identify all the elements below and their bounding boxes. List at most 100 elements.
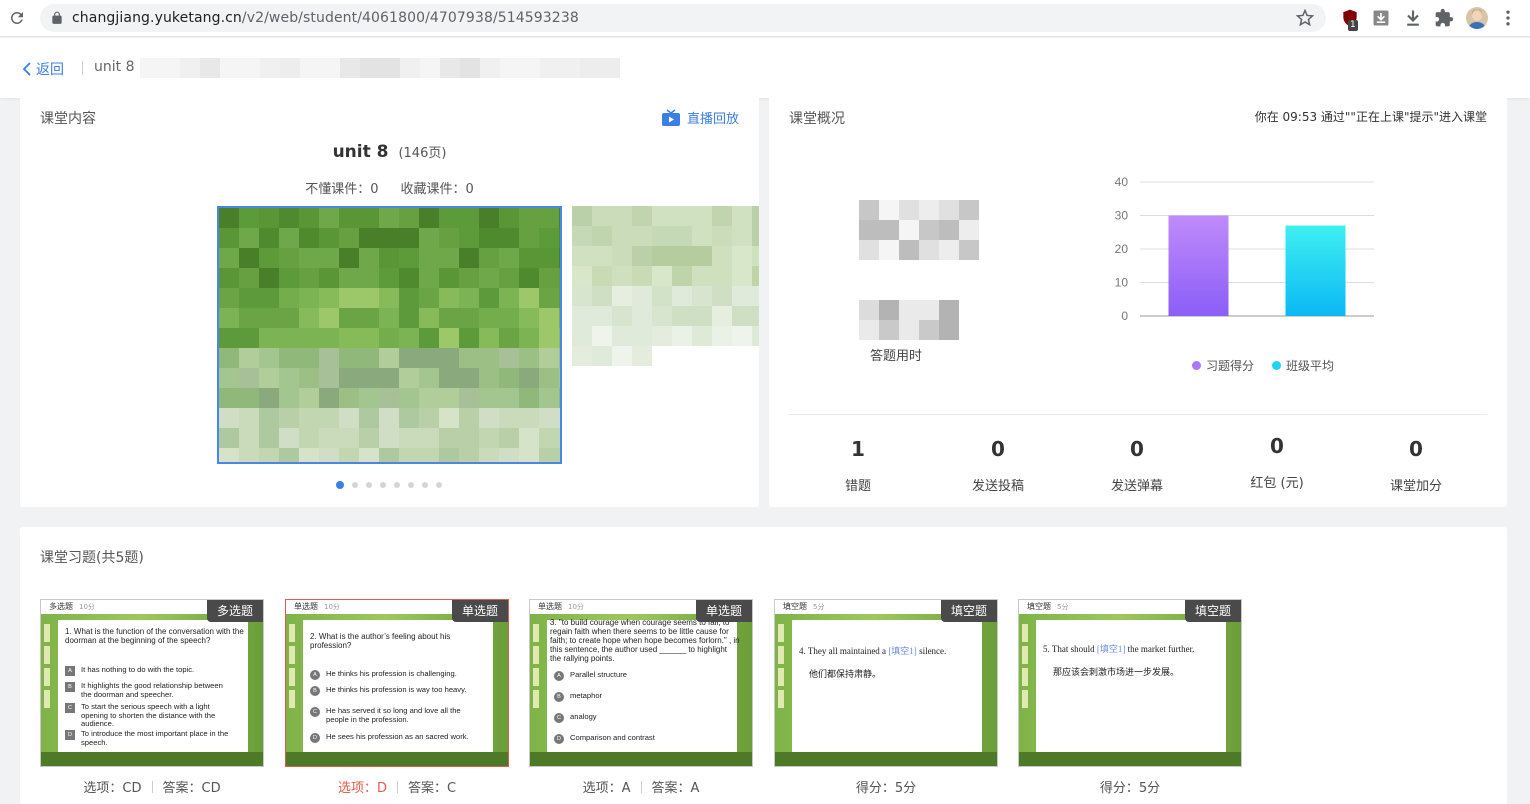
mosaic-cell [299,348,319,368]
mosaic-cell [519,328,539,348]
option-a: A Parallel structure [554,670,724,681]
lock-icon[interactable] [50,11,64,25]
exercise-result-1: 选项：CD 答案：CD [40,777,264,796]
mosaic-cell [360,58,380,78]
mosaic-cell [459,208,479,228]
ublock-badge-count: 1 [1348,20,1358,31]
live-replay-button[interactable]: 直播回放 [661,108,739,127]
mosaic-cell [732,246,752,266]
option-letter: B [310,686,320,696]
download-extension-icon[interactable] [1371,8,1391,28]
carousel-dot[interactable] [394,482,400,488]
back-button[interactable]: 返回 [22,59,64,79]
blank-slot: [填空1] [888,646,917,656]
mosaic-cell [459,368,479,388]
question-text: 2. What is the author’s feeling about hi… [310,632,451,650]
mosaic-cell [359,248,379,268]
mosaic-cell [479,228,499,248]
mosaic-cell [439,348,459,368]
mosaic-cell [379,268,399,288]
translation-text: 那应该会刺激市场进一步发展。 [1053,667,1180,677]
carousel-dot[interactable] [352,482,358,488]
slide-footer [775,752,997,766]
current-slide[interactable] [217,206,562,464]
bookmark-star-icon[interactable] [1296,9,1314,27]
bar-exercise-score[interactable] [1168,215,1229,317]
favorites-count: 收藏课件：0 [400,182,474,197]
mosaic-cell [319,428,339,448]
y-tick-label: 30 [1115,209,1129,223]
mosaic-cell [260,58,280,78]
back-label: 返回 [36,62,64,78]
exercises-title: 课堂习题(共5题) [40,550,144,566]
mosaic-cell [439,448,459,462]
exercise-thumbnail-4[interactable]: 填空题 5分 4. They all maintained a [填空1] sil… [774,599,998,767]
mosaic-cell [712,326,732,346]
address-bar[interactable]: changjiang.yuketang.cn/v2/web/student/40… [40,4,1326,32]
mosaic-cell [752,226,759,246]
carousel-dot[interactable] [380,482,386,488]
mosaic-cell [359,388,379,408]
legend-item-average[interactable]: 班级平均 [1272,357,1334,374]
carousel-dot[interactable] [366,482,372,488]
classroom-content-title: 课堂内容 [40,111,96,127]
mosaic-cell [752,206,759,226]
profile-avatar[interactable] [1466,7,1488,29]
mosaic-cell [612,266,632,286]
option-letter: B [554,692,564,702]
exercise-thumbnail-2[interactable]: 单选题 10分 2. What is the author’s feeling a… [285,599,509,767]
mosaic-cell [712,266,732,286]
option-b: B He thinks his profession is way too hea… [310,685,480,696]
mosaic-cell [379,348,399,368]
mosaic-cell [399,448,419,462]
option-text: He has served it so long and love all th… [326,706,461,724]
mosaic-cell [499,408,519,428]
stat-wrong-questions: 1 错题 [808,437,908,494]
bar-class-average[interactable] [1285,225,1346,316]
mosaic-cell [359,348,379,368]
extensions-puzzle-icon[interactable] [1434,8,1454,28]
mosaic-cell [519,248,539,268]
exercise-thumbnail-5[interactable]: 填空题 5分 5. That should [填空1] the market fu… [1018,599,1242,767]
mosaic-cell [339,428,359,448]
browser-menu-icon[interactable] [1498,8,1518,28]
legend-item-score[interactable]: 习题得分 [1192,357,1254,374]
mosaic-cell [379,408,399,428]
option-letter: C [310,707,320,717]
mosaic-cell [399,288,419,308]
carousel-dot[interactable] [436,482,442,488]
mosaic-cell [359,268,379,288]
slide-paper [1036,620,1226,752]
exercise-thumbnail-1[interactable]: 多选题 10分 1. What is the function of the co… [40,599,264,767]
mosaic-cell [219,428,239,448]
y-tick-label: 0 [1121,309,1128,323]
mosaic-cell [899,300,919,320]
slide-carousel[interactable] [200,206,759,466]
mosaic-cell [239,208,259,228]
mosaic-cell [479,248,499,268]
carousel-dot[interactable] [422,482,428,488]
download-arrow-icon[interactable] [1403,8,1423,28]
reload-icon[interactable] [8,9,26,27]
stat-value: 0 [1270,434,1284,458]
mosaic-cell [299,328,319,348]
slide-type: 填空题 [1027,602,1051,611]
mosaic-cell [319,408,339,428]
url-text[interactable]: changjiang.yuketang.cn/v2/web/student/40… [72,10,579,26]
exercise-thumbnail-3[interactable]: 单选题 10分 3. "to build courage when courage… [529,599,753,767]
mosaic-cell [239,428,259,448]
mosaic-cell [219,268,239,288]
mosaic-cell [419,228,439,248]
mosaic-cell [879,220,899,240]
mosaic-cell [692,286,712,306]
question-type-badge: 单选题 [451,600,508,622]
mosaic-cell [479,288,499,308]
mosaic-cell [519,408,539,428]
carousel-dot[interactable] [336,481,344,489]
mosaic-cell [339,308,359,328]
next-slide[interactable] [572,206,759,464]
mosaic-cell [632,226,652,246]
carousel-dot[interactable] [408,482,414,488]
mosaic-cell [299,448,319,462]
mosaic-cell [319,388,339,408]
